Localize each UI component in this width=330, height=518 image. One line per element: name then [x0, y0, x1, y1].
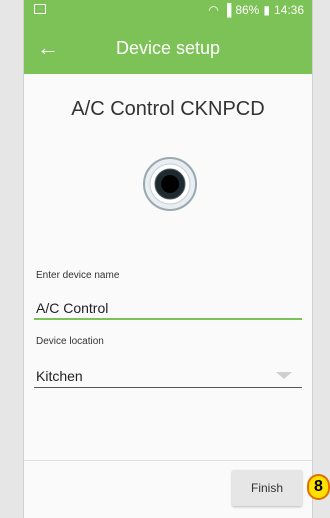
device-name-heading: A/C Control CKNPCD	[71, 98, 265, 120]
chevron-down-icon	[276, 372, 292, 379]
phone-screen: ◠ ▐ 86% ▮ 14:36 ← Device setup A/C Contr…	[24, 0, 312, 518]
step-marker-badge: 8	[307, 474, 330, 500]
device-location-label: Device location	[36, 336, 104, 347]
device-location-select[interactable]: Kitchen	[34, 364, 302, 388]
battery-icon: ▮	[263, 3, 270, 17]
finish-button[interactable]: Finish	[232, 470, 302, 506]
clock: 14:36	[273, 3, 304, 17]
battery-percent: 86%	[235, 3, 260, 17]
device-name-label: Enter device name	[36, 270, 120, 281]
page-title: Device setup	[115, 38, 221, 58]
device-location-value: Kitchen	[36, 368, 83, 384]
device-sensor-icon	[143, 157, 197, 211]
status-bar: ◠ ▐ 86% ▮ 14:36	[24, 0, 312, 22]
field-underline	[34, 318, 302, 320]
device-name-value: A/C Control	[36, 300, 109, 316]
select-underline	[34, 387, 302, 388]
app-bar: ← Device setup	[24, 22, 312, 74]
wifi-icon: ◠	[208, 3, 219, 17]
gallery-icon	[34, 4, 46, 14]
device-name-field[interactable]: A/C Control	[34, 296, 302, 320]
footer-divider	[24, 460, 312, 461]
status-right: ◠ ▐ 86% ▮ 14:36	[208, 3, 304, 17]
signal-icon: ▐	[222, 3, 232, 17]
